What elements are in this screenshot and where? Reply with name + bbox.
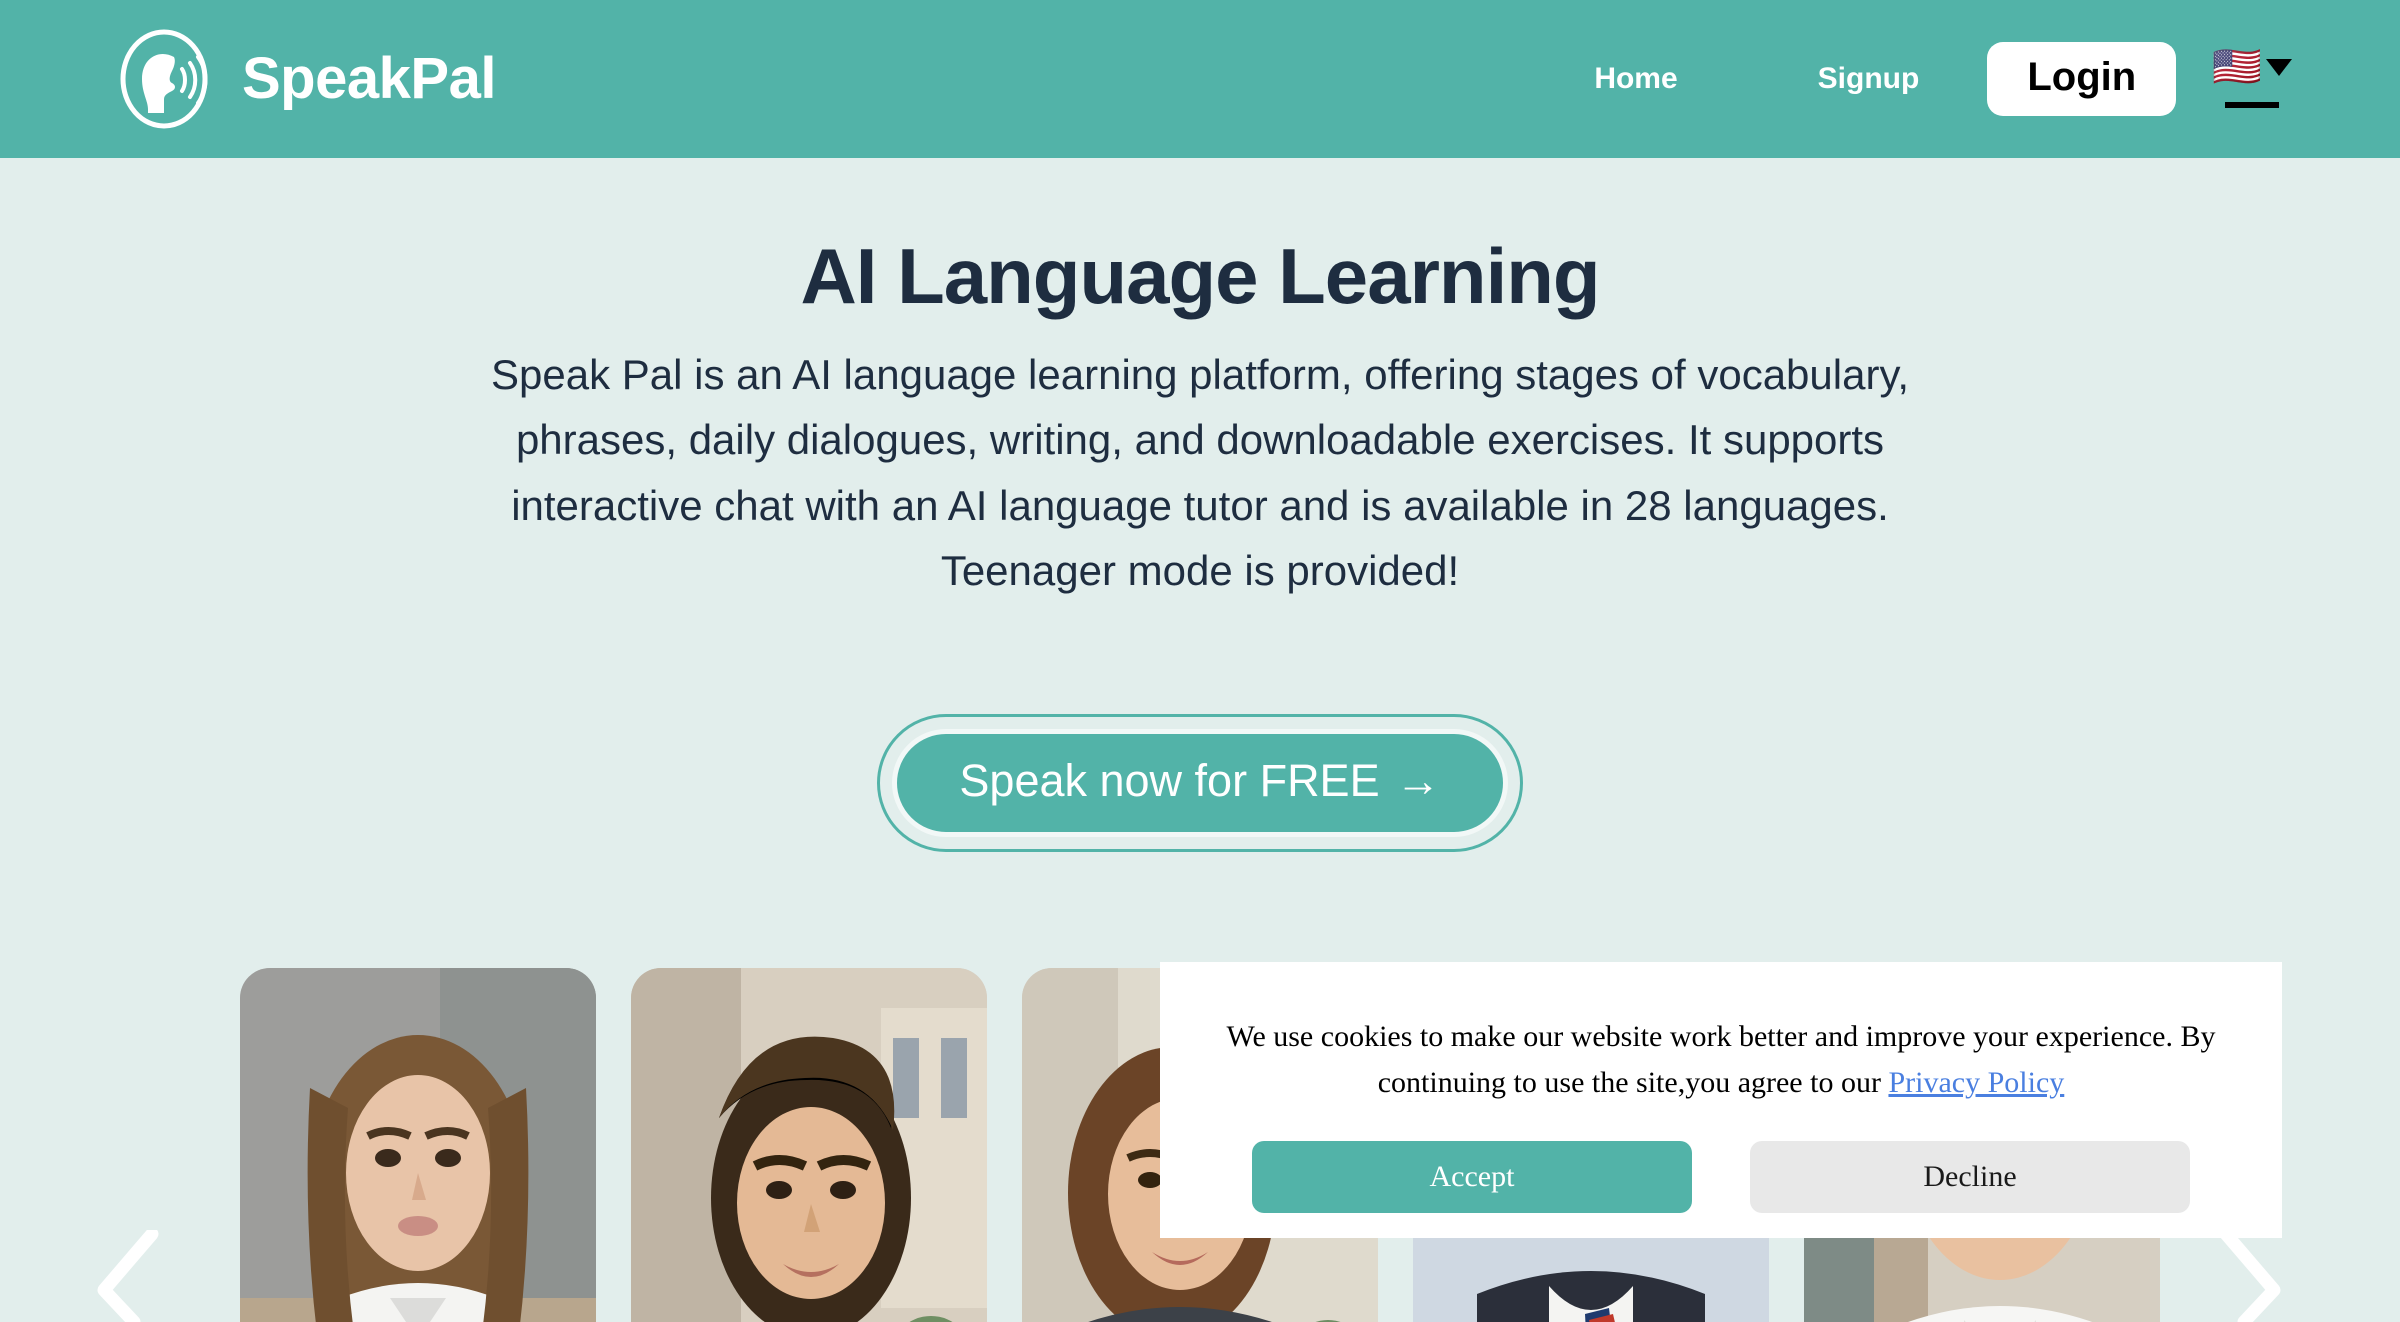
decline-cookies-button[interactable]: Decline (1750, 1141, 2190, 1214)
speak-now-button[interactable]: Speak now for FREE → (892, 729, 1508, 837)
speak-now-button-label: Speak now for FREE (959, 755, 1380, 806)
cta-outer-ring: Speak now for FREE → (877, 714, 1523, 852)
login-button[interactable]: Login (1987, 42, 2177, 116)
language-selector-row: 🇺🇸 (2212, 46, 2292, 88)
carousel-prev-button[interactable] (78, 1227, 168, 1322)
nav-link-signup[interactable]: Signup (1814, 52, 1924, 106)
cookie-consent-text: We use cookies to make our website work … (1218, 1014, 2224, 1105)
nav-link-home[interactable]: Home (1590, 52, 1681, 106)
portrait-image (240, 968, 596, 1322)
privacy-policy-link[interactable]: Privacy Policy (1888, 1066, 2064, 1099)
portrait-image (631, 968, 987, 1322)
language-selector[interactable]: 🇺🇸 (2212, 46, 2292, 108)
speaking-head-logo-icon (112, 27, 216, 131)
arrow-right-icon: → (1395, 755, 1441, 806)
carousel-next-button[interactable] (2210, 1227, 2300, 1322)
cookie-consent-actions: Accept Decline (1218, 1141, 2224, 1214)
brand-name: SpeakPal (242, 46, 496, 111)
primary-nav: Home Signup Login 🇺🇸 (1590, 42, 2292, 116)
language-selector-underline (2225, 102, 2280, 108)
brand[interactable]: SpeakPal (112, 27, 496, 131)
hero-description: Speak Pal is an AI language learning pla… (491, 350, 1909, 595)
carousel-card[interactable] (240, 968, 596, 1322)
us-flag-icon: 🇺🇸 (2212, 45, 2262, 89)
site-header: SpeakPal Home Signup Login 🇺🇸 (0, 0, 2400, 158)
hero-section: AI Language Learning Speak Pal is an AI … (0, 158, 2400, 604)
page-title: AI Language Learning (800, 232, 1600, 320)
cta-container: Speak now for FREE → (0, 714, 2400, 852)
accept-cookies-button[interactable]: Accept (1252, 1141, 1692, 1214)
cookie-consent-message: We use cookies to make our website work … (1226, 1020, 2216, 1099)
cookie-consent-banner: We use cookies to make our website work … (1160, 962, 2282, 1238)
chevron-down-icon (2266, 58, 2292, 76)
carousel-card[interactable] (631, 968, 987, 1322)
